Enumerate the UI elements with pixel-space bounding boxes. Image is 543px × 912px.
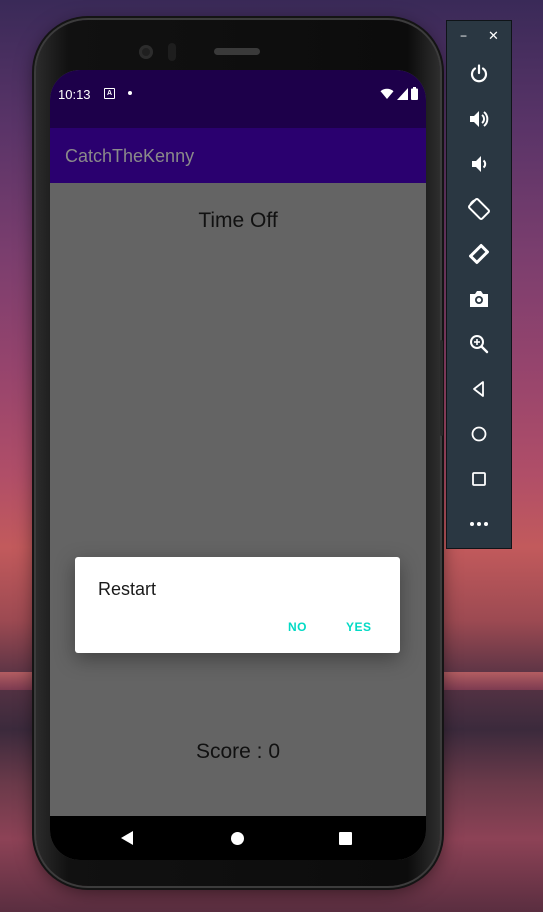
volume-down-icon: [472, 156, 487, 172]
signal-icon: [397, 88, 408, 100]
status-time: 10:13: [58, 87, 91, 102]
notification-a-icon: A: [104, 88, 115, 99]
back-icon: [473, 381, 484, 397]
rotate-left-icon: [468, 198, 490, 220]
app-bar: CatchTheKenny: [50, 128, 426, 183]
emulator-toolbar: − ✕: [446, 20, 512, 549]
restart-dialog: Restart NO YES: [75, 557, 400, 653]
zoom-button[interactable]: [464, 329, 494, 359]
phone-frame: 10:13 A CatchTheKenny Time Off Score: 0…: [36, 20, 443, 886]
nav-home-icon[interactable]: [231, 832, 244, 845]
rotate-left-button[interactable]: [464, 194, 494, 224]
dialog-title: Restart: [98, 579, 157, 599]
battery-icon: [411, 87, 418, 100]
power-icon: [470, 64, 488, 83]
notification-dot-icon: [128, 91, 132, 95]
back-button[interactable]: [464, 374, 494, 404]
more-icon: [470, 522, 488, 526]
earpiece-speaker: [214, 48, 260, 55]
phone-screen: 10:13 A CatchTheKenny Time Off Score: 0…: [50, 70, 426, 860]
more-button[interactable]: [464, 509, 494, 539]
volume-up-button[interactable]: [464, 104, 494, 134]
minimize-button[interactable]: −: [460, 29, 467, 43]
toolbar-window-controls: − ✕: [447, 28, 511, 45]
no-button[interactable]: NO: [288, 620, 307, 634]
status-icons: [380, 86, 418, 100]
rotate-right-icon: [469, 244, 489, 264]
zoom-icon: [470, 335, 489, 354]
app-title: CatchTheKenny: [65, 146, 195, 166]
front-camera-icon: [139, 45, 153, 59]
overview-button[interactable]: [464, 464, 494, 494]
power-button[interactable]: [464, 59, 494, 89]
close-button[interactable]: ✕: [488, 28, 499, 44]
yes-button[interactable]: YES: [346, 620, 372, 634]
navigation-bar: [50, 816, 426, 860]
volume-down-button[interactable]: [464, 149, 494, 179]
volume-up-icon: [470, 111, 489, 127]
main-content: Time Off Score : 0 Restart NO YES: [50, 183, 426, 816]
nav-recents-icon[interactable]: [339, 832, 352, 845]
rotate-right-button[interactable]: [464, 239, 494, 269]
home-icon: [471, 426, 487, 442]
score-label: Score : 0: [195, 740, 281, 763]
overview-icon: [472, 472, 486, 486]
nav-back-icon[interactable]: [121, 831, 133, 845]
side-volume-button: [440, 340, 443, 436]
wifi-icon: [380, 88, 394, 99]
screenshot-button[interactable]: [464, 284, 494, 314]
camera-icon: [470, 291, 488, 307]
home-button[interactable]: [464, 419, 494, 449]
time-label: Time Off: [198, 209, 278, 232]
status-bar: 10:13 A: [50, 70, 426, 128]
sensor-icon: [168, 43, 176, 61]
